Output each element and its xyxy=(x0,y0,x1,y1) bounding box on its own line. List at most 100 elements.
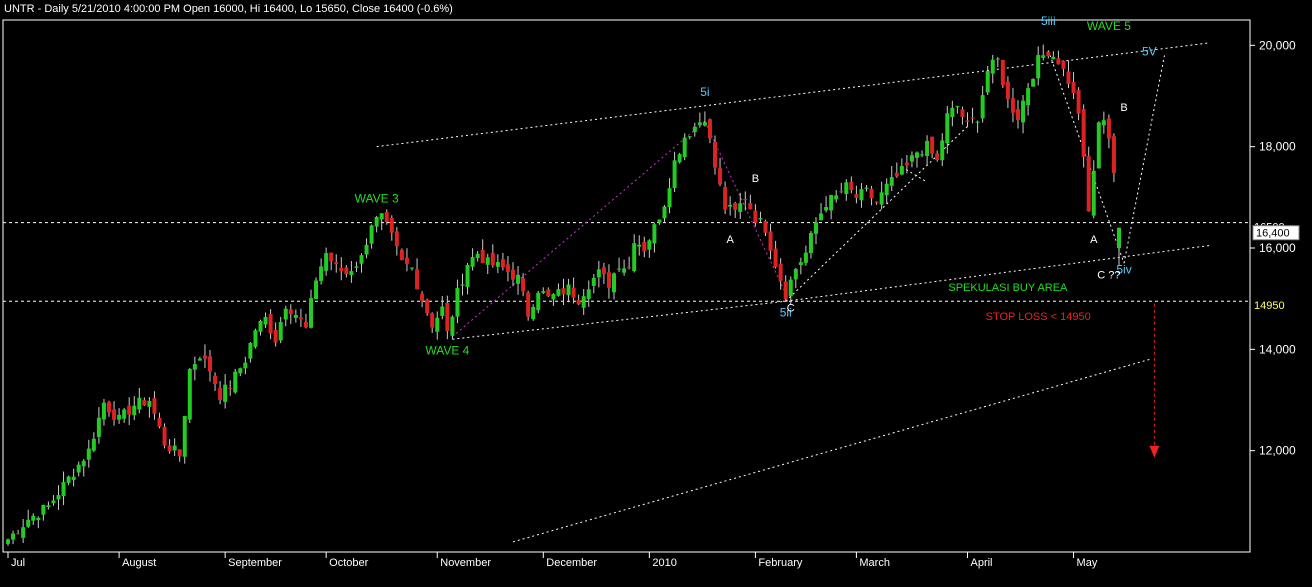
candle xyxy=(601,262,606,284)
candle xyxy=(692,122,697,137)
trendline-8 xyxy=(1123,55,1165,264)
candle xyxy=(798,257,803,275)
candle-body xyxy=(182,415,187,457)
candle xyxy=(46,501,51,510)
candle-body xyxy=(697,122,702,126)
candle-body xyxy=(682,137,687,158)
candle-body xyxy=(157,417,162,427)
candle-body xyxy=(1010,98,1015,113)
candle xyxy=(879,181,884,210)
candle xyxy=(904,154,909,174)
x-tick-label-April: April xyxy=(971,557,993,569)
candle xyxy=(324,247,329,276)
candle-body xyxy=(1106,118,1111,139)
candle-body xyxy=(531,306,536,320)
candle-body xyxy=(430,313,435,328)
level-label-14950: 14950 xyxy=(1254,300,1285,312)
candle-body xyxy=(990,59,995,74)
candle-body xyxy=(536,292,541,311)
candle xyxy=(859,183,864,208)
candle-body xyxy=(622,268,627,273)
trendline-3 xyxy=(512,358,1150,543)
candle xyxy=(112,401,117,426)
candle xyxy=(490,244,495,268)
candle xyxy=(86,439,91,468)
candle xyxy=(551,293,556,306)
candle xyxy=(122,407,127,423)
candle-body xyxy=(884,183,889,196)
candle-body xyxy=(500,259,505,268)
candle xyxy=(682,133,687,161)
candle xyxy=(192,356,197,381)
candle-body xyxy=(687,136,692,138)
candle xyxy=(107,400,111,417)
candle xyxy=(243,356,248,375)
candle xyxy=(803,245,808,266)
candle xyxy=(1117,227,1121,266)
candle-body xyxy=(450,316,455,336)
candle-body xyxy=(187,369,192,420)
candle-body xyxy=(859,189,864,201)
candle-body xyxy=(177,449,182,457)
candle-body xyxy=(758,218,763,220)
candle xyxy=(435,311,440,340)
candle-body xyxy=(819,213,824,221)
candle-body xyxy=(844,182,849,194)
candle xyxy=(334,254,339,273)
candle-body xyxy=(16,533,21,535)
last-price-label: 16,400 xyxy=(1256,228,1290,240)
candle-body xyxy=(1046,51,1051,57)
candle-body xyxy=(652,224,657,244)
candle-body xyxy=(985,71,990,93)
candle xyxy=(258,319,263,336)
candle-body xyxy=(283,308,288,320)
candle xyxy=(995,57,1000,68)
candle-body xyxy=(475,253,480,259)
candle-body xyxy=(920,154,925,156)
axis-layer: 165001495012,00014,00016,00018,00020,000… xyxy=(7,38,1300,569)
candle xyxy=(288,304,293,324)
candle xyxy=(314,277,319,300)
candle-body xyxy=(435,317,440,332)
candle-body xyxy=(1117,227,1121,248)
y-tick-label: 16,000 xyxy=(1259,241,1296,255)
candle xyxy=(763,219,768,237)
candle xyxy=(455,279,460,324)
candle-body xyxy=(768,231,773,251)
candle-body xyxy=(440,306,445,316)
candle xyxy=(460,273,465,296)
candle-body xyxy=(359,255,364,264)
candle-body xyxy=(647,240,652,250)
candle xyxy=(925,135,930,166)
candle-body xyxy=(672,160,677,189)
candle xyxy=(677,152,682,164)
candle-body xyxy=(490,252,495,266)
candle xyxy=(465,262,470,295)
candle xyxy=(874,201,879,205)
candle-body xyxy=(394,231,399,247)
candle xyxy=(697,112,702,128)
candle-body xyxy=(793,269,798,280)
candle-body xyxy=(1021,100,1026,123)
candle xyxy=(566,278,571,303)
candle-body xyxy=(718,168,723,185)
candle xyxy=(935,150,940,162)
candle-body xyxy=(854,194,859,198)
candle xyxy=(980,85,985,123)
annotation-abc-11: A xyxy=(1090,234,1098,246)
candle xyxy=(713,135,717,175)
candle xyxy=(415,258,420,290)
candle xyxy=(16,529,21,535)
candle-body xyxy=(142,400,147,406)
chart-title: UNTR - Daily 5/21/2010 4:00:00 PM Open 1… xyxy=(4,3,453,15)
candle-body xyxy=(420,293,425,301)
candle xyxy=(1026,82,1031,116)
candle xyxy=(915,151,919,168)
candle xyxy=(339,257,344,281)
candle xyxy=(596,260,601,288)
candle-body xyxy=(31,515,36,521)
candle xyxy=(702,111,707,127)
candle-body xyxy=(788,279,793,297)
candle xyxy=(117,408,122,424)
candle-body xyxy=(223,384,228,402)
